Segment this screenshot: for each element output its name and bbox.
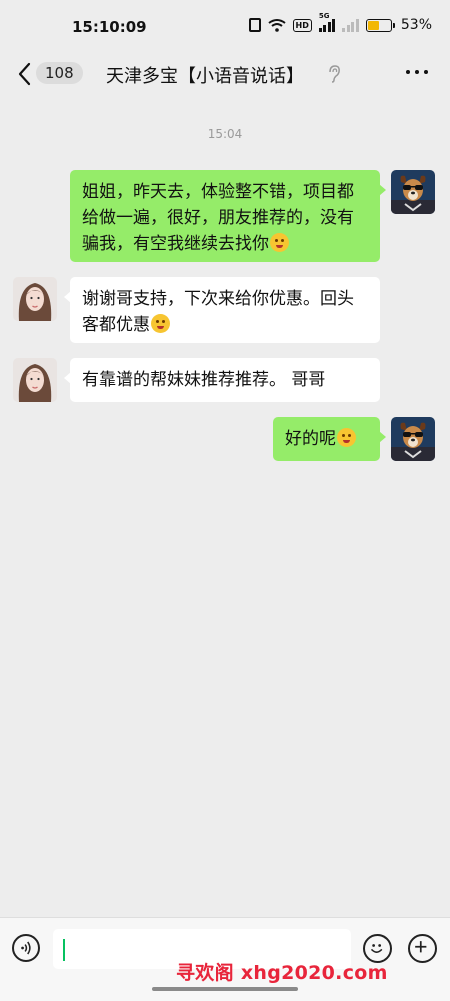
- chevron-left-icon[interactable]: [14, 60, 36, 88]
- message-text: 有靠谱的帮妹妹推荐推荐。 哥哥: [82, 370, 326, 390]
- network-type: 5G: [318, 12, 330, 20]
- battery-icon: [365, 18, 395, 32]
- status-bar: 15:10:09 HD 5G 53%: [0, 0, 450, 52]
- battery-percent: 53%: [400, 17, 432, 33]
- chat-title: 天津多宝【小语音说话】: [106, 66, 304, 87]
- contact-avatar[interactable]: [13, 358, 57, 402]
- message-bubble-incoming[interactable]: 有靠谱的帮妹妹推荐推荐。 哥哥: [64, 358, 380, 402]
- chat-header: 108 天津多宝【小语音说话】: [0, 52, 450, 98]
- hd-icon: HD: [292, 18, 312, 32]
- status-icons: HD 5G 53%: [248, 12, 432, 33]
- home-indicator[interactable]: [152, 987, 298, 991]
- contact-avatar[interactable]: [13, 277, 57, 321]
- message-bubble-outgoing[interactable]: 姐姐，昨天去，体验整不错，项目都给做一遍，很好，朋友推荐的，没有骗我，有空我继续…: [70, 170, 386, 262]
- message-bubble-outgoing[interactable]: 好的呢: [273, 417, 386, 461]
- watermark-text: 寻欢阁 xhg2020.com: [176, 962, 388, 984]
- message-bubble-incoming[interactable]: 谢谢哥支持，下次来给你优惠。回头客都优惠: [64, 277, 380, 343]
- unread-count-badge[interactable]: 108: [36, 62, 83, 84]
- hot-face-icon: [337, 428, 356, 447]
- plus-icon[interactable]: [408, 934, 437, 963]
- thinking-face-icon: [270, 233, 289, 252]
- battery-level-fill: [367, 20, 379, 30]
- dog-avatar-image: [391, 417, 435, 461]
- winking-tongue-face-icon: [151, 314, 170, 333]
- message-timestamp: 15:04: [207, 127, 243, 141]
- dog-avatar-image: [391, 170, 435, 214]
- message-text: 好的呢: [285, 429, 336, 449]
- wifi-icon: [267, 19, 286, 32]
- woman-avatar-image: [13, 277, 57, 321]
- my-avatar[interactable]: [391, 170, 435, 214]
- status-time: 15:10:09: [72, 18, 147, 36]
- signal-2-icon: [342, 18, 359, 32]
- signal-icon: 5G: [318, 12, 336, 32]
- voice-icon[interactable]: [12, 934, 40, 962]
- text-caret: [63, 939, 65, 961]
- message-text: 姐姐，昨天去，体验整不错，项目都给做一遍，很好，朋友推荐的，没有骗我，有空我继续…: [82, 182, 354, 254]
- message-text: 谢谢哥支持，下次来给你优惠。回头客都优惠: [82, 289, 354, 335]
- more-horizontal-icon[interactable]: [406, 70, 428, 74]
- my-avatar[interactable]: [391, 417, 435, 461]
- vibrate-icon: [248, 18, 261, 32]
- woman-avatar-image: [13, 358, 57, 402]
- ear-icon: [329, 65, 340, 83]
